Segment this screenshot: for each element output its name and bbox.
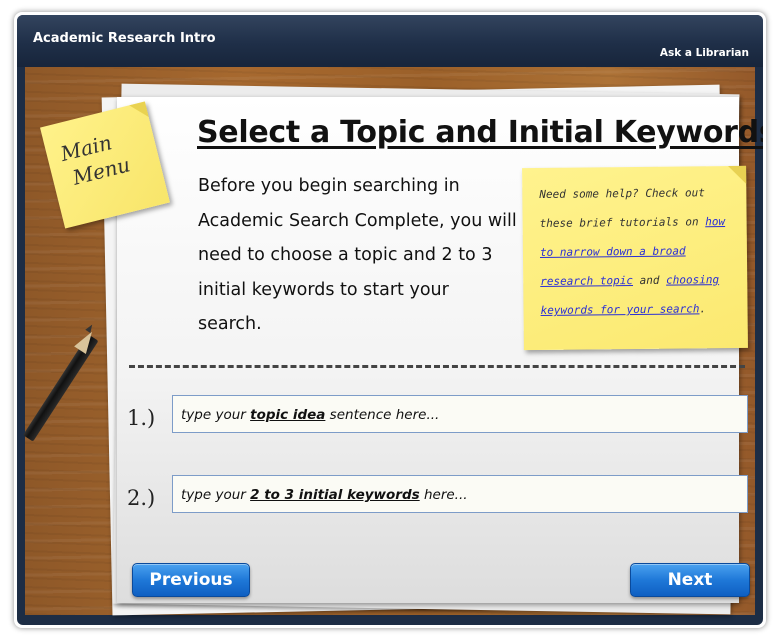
app-window: Academic Research Intro Ask a Librarian …	[17, 15, 763, 625]
step-1-label: 1.)	[127, 406, 156, 430]
help-text: Need some help? Check out these brief tu…	[539, 178, 737, 325]
previous-button[interactable]: Previous	[132, 563, 250, 597]
keywords-input[interactable]: type your 2 to 3 initial keywords here..…	[172, 475, 748, 513]
placeholder-post: sentence here...	[325, 407, 440, 423]
title-bar: Academic Research Intro Ask a Librarian	[17, 15, 763, 67]
placeholder-bold: topic idea	[250, 407, 326, 423]
placeholder-post: here...	[419, 487, 468, 503]
main-menu-label: Main Menu	[58, 126, 133, 192]
help-suffix: .	[699, 302, 707, 316]
placeholder-bold: 2 to 3 initial keywords	[250, 487, 420, 503]
page-title: Select a Topic and Initial Keywords	[197, 115, 763, 150]
help-middle: and	[639, 273, 660, 287]
intro-text: Before you begin searching in Academic S…	[198, 176, 517, 334]
step-2-label: 2.)	[127, 486, 156, 510]
help-prefix: Need some help? Check out these brief tu…	[539, 186, 705, 230]
placeholder-pre: type your	[181, 407, 251, 423]
note-fold	[129, 101, 149, 121]
keywords-placeholder: type your 2 to 3 initial keywords here..…	[181, 487, 468, 503]
ask-librarian-link[interactable]: Ask a Librarian	[660, 47, 749, 59]
topic-idea-input[interactable]: type your topic idea sentence here...	[172, 395, 748, 433]
placeholder-pre: type your	[181, 487, 251, 503]
help-sticky-note: Need some help? Check out these brief tu…	[522, 165, 748, 351]
app-frame: Academic Research Intro Ask a Librarian …	[14, 12, 766, 628]
app-title: Academic Research Intro	[33, 31, 216, 46]
topic-idea-placeholder: type your topic idea sentence here...	[181, 407, 439, 423]
dashed-divider	[129, 365, 745, 368]
next-button[interactable]: Next	[630, 563, 750, 597]
